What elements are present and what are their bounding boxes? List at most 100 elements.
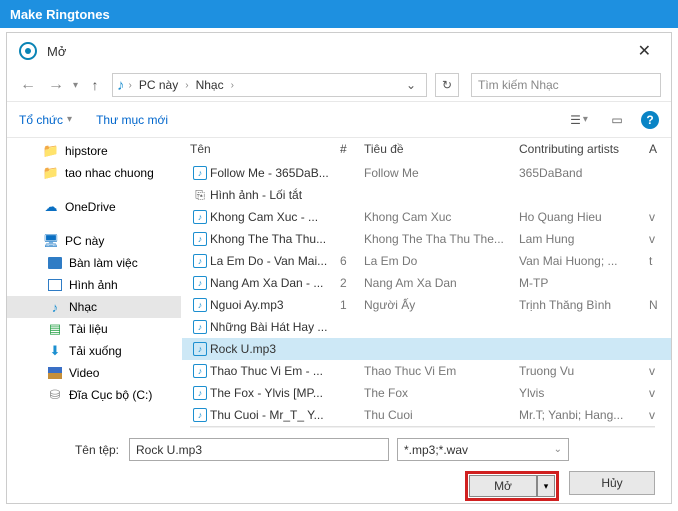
file-icon: ♪ (190, 254, 210, 268)
file-name: Những Bài Hát Hay ... (210, 320, 340, 334)
sidebar-label: Bàn làm việc (69, 256, 138, 270)
file-artist: 365DaBand (519, 166, 649, 180)
file-list: Tên # Tiêu đề Contributing artists A ♪Fo… (182, 138, 671, 428)
file-end: N (649, 298, 658, 312)
file-artist: M-TP (519, 276, 649, 290)
app-icon (19, 42, 37, 60)
file-end: v (649, 386, 655, 400)
forward-button[interactable]: → (45, 74, 67, 96)
breadcrumb-item[interactable]: Nhạc (193, 78, 227, 92)
sidebar-label: Tài liệu (69, 322, 108, 336)
file-name: Khong Cam Xuc - ... (210, 210, 340, 224)
file-name: Rock U.mp3 (210, 342, 340, 356)
file-row[interactable]: ♪Khong Cam Xuc - ...Khong Cam XucHo Quan… (182, 206, 671, 228)
search-input[interactable]: Tìm kiếm Nhạc (471, 73, 661, 97)
breadcrumb[interactable]: ♪ › PC này › Nhạc › ⌄ (112, 73, 427, 97)
file-row[interactable]: ♪Khong The Tha Thu...Khong The Tha Thu T… (182, 228, 671, 250)
newfolder-button[interactable]: Thư mục mới (96, 113, 168, 127)
open-dropdown[interactable]: ▾ (537, 475, 555, 497)
file-row[interactable]: ♪Thao Thuc Vi Em - ...Thao Thuc Vi EmTru… (182, 360, 671, 382)
help-button[interactable]: ? (641, 111, 659, 129)
sidebar-item[interactable]: ⛁Đĩa Cục bộ (C:) (7, 384, 181, 406)
col-title[interactable]: Tiêu đề (364, 142, 519, 156)
chevron-right-icon: › (185, 80, 188, 91)
open-button-highlight: Mở ▾ (465, 471, 559, 501)
file-num: 2 (340, 276, 364, 290)
file-name: The Fox - Ylvis [MP... (210, 386, 340, 400)
chevron-down-icon: ⌄ (554, 444, 562, 455)
file-name: Hình ảnh - Lối tắt (210, 188, 340, 202)
file-name: Khong The Tha Thu... (210, 232, 340, 246)
horizontal-scrollbar[interactable] (190, 426, 655, 428)
sidebar-item[interactable]: 📁tao nhac chuong (7, 162, 181, 184)
up-button[interactable]: ↑ (84, 74, 106, 96)
file-artist: Truong Vu (519, 364, 649, 378)
file-icon: ♪ (190, 342, 210, 356)
music-icon: ♪ (117, 77, 125, 94)
file-icon: ♪ (190, 210, 210, 224)
file-row[interactable]: ♪Thu Cuoi - Mr_T_ Y...Thu CuoiMr.T; Yanb… (182, 404, 671, 426)
file-num: 6 (340, 254, 364, 268)
main-panel: 📁hipstore📁tao nhac chuong ☁OneDrive 🖥PC nà… (7, 138, 671, 428)
app-titlebar: Make Ringtones (0, 0, 678, 28)
open-button[interactable]: Mở (469, 475, 537, 497)
sidebar-item[interactable]: ▤Tài liệu (7, 318, 181, 340)
refresh-button[interactable]: ↻ (435, 73, 459, 97)
file-icon: ⎘ (190, 188, 210, 202)
file-title: La Em Do (364, 254, 519, 268)
sidebar-item[interactable]: Hình ảnh (7, 274, 181, 296)
sidebar-label: hipstore (65, 144, 108, 158)
sidebar-item[interactable]: ☁OneDrive (7, 196, 181, 218)
file-icon: ♪ (190, 364, 210, 378)
file-artist: Mr.T; Yanbi; Hang... (519, 408, 649, 422)
file-icon: ♪ (190, 408, 210, 422)
col-album[interactable]: A (649, 142, 657, 156)
col-name[interactable]: Tên (190, 142, 340, 156)
sidebar-label: Hình ảnh (69, 278, 118, 292)
back-button[interactable]: ← (17, 74, 39, 96)
close-button[interactable]: ✕ (630, 41, 659, 61)
file-row[interactable]: ⎘Hình ảnh - Lối tắt (182, 184, 671, 206)
breadcrumb-dropdown[interactable]: ⌄ (400, 78, 422, 92)
file-row[interactable]: ♪Nang Am Xa Dan - ...2Nang Am Xa DanM-TP (182, 272, 671, 294)
file-row[interactable]: ♪Follow Me - 365DaB...Follow Me365DaBand (182, 162, 671, 184)
view-details-button[interactable]: ☰▾ (565, 109, 593, 131)
cancel-button[interactable]: Hủy (569, 471, 655, 495)
sidebar-item[interactable]: 🖥PC này (7, 230, 181, 252)
col-num[interactable]: # (340, 142, 364, 156)
file-row[interactable]: ♪Nguoi Ay.mp31Người ẤyTrịnh Thăng BìnhN (182, 294, 671, 316)
search-placeholder: Tìm kiếm Nhạc (478, 78, 559, 92)
dialog-header: Mở ✕ (7, 33, 671, 69)
file-title: Nang Am Xa Dan (364, 276, 519, 290)
dialog-footer: Tên tệp: Rock U.mp3 *.mp3;*.wav ⌄ Mở ▾ H… (7, 428, 671, 511)
organize-button[interactable]: Tổ chức ▾ (19, 113, 72, 127)
chevron-down-icon: ▾ (67, 114, 72, 125)
file-title: The Fox (364, 386, 519, 400)
file-row[interactable]: ♪La Em Do - Van Mai...6La Em DoVan Mai H… (182, 250, 671, 272)
filetype-filter[interactable]: *.mp3;*.wav ⌄ (397, 438, 569, 461)
col-artist[interactable]: Contributing artists (519, 142, 649, 156)
sidebar-item[interactable]: Video (7, 362, 181, 384)
file-row[interactable]: ♪Những Bài Hát Hay ... (182, 316, 671, 338)
sidebar-item[interactable]: Bàn làm việc (7, 252, 181, 274)
filename-input[interactable]: Rock U.mp3 (129, 438, 389, 461)
sidebar-label: PC này (65, 234, 104, 248)
file-title: Khong Cam Xuc (364, 210, 519, 224)
sidebar-item[interactable]: 📁hipstore (7, 140, 181, 162)
file-title: Thao Thuc Vi Em (364, 364, 519, 378)
sidebar-item[interactable]: ♪Nhạc (7, 296, 181, 318)
sidebar: 📁hipstore📁tao nhac chuong ☁OneDrive 🖥PC nà… (7, 138, 182, 428)
sidebar-label: OneDrive (65, 200, 116, 214)
file-row[interactable]: ♪Rock U.mp3 (182, 338, 671, 360)
sidebar-label: Đĩa Cục bộ (C:) (69, 388, 152, 402)
file-artist: Lam Hung (519, 232, 649, 246)
sidebar-item[interactable]: ⬇Tải xuống (7, 340, 181, 362)
breadcrumb-item[interactable]: PC này (136, 78, 181, 92)
file-row[interactable]: ♪The Fox - Ylvis [MP...The FoxYlvisv (182, 382, 671, 404)
chevron-right-icon: › (129, 80, 132, 91)
history-dropdown[interactable]: ▾ (73, 80, 78, 91)
file-name: Nguoi Ay.mp3 (210, 298, 340, 312)
sidebar-label: Nhạc (69, 300, 97, 314)
preview-pane-button[interactable]: ▭ (603, 109, 631, 131)
column-headers[interactable]: Tên # Tiêu đề Contributing artists A (182, 138, 671, 162)
